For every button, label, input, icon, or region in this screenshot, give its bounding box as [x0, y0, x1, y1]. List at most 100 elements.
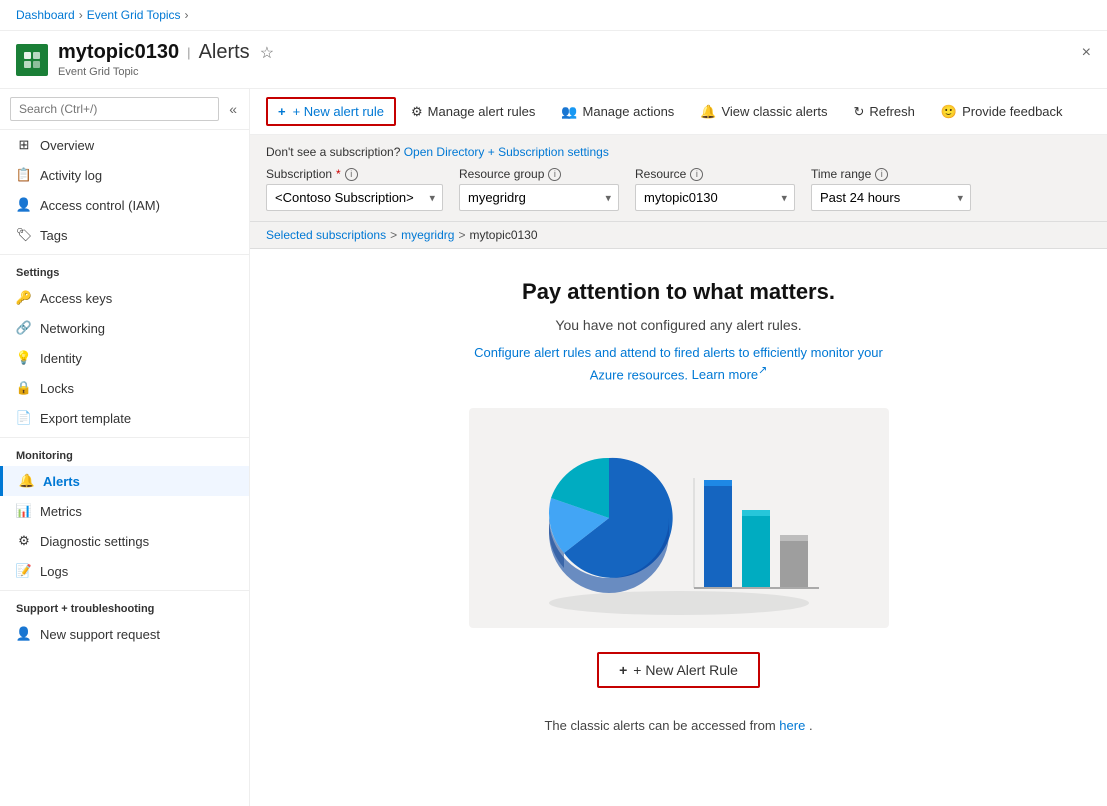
sidebar-item-export-template[interactable]: 📄 Export template — [0, 403, 249, 433]
main-title: Pay attention to what matters. — [270, 279, 1087, 305]
search-input[interactable] — [10, 97, 219, 121]
manage-alert-rules-button[interactable]: ⚙ Manage alert rules — [400, 98, 546, 126]
main-subtitle: You have not configured any alert rules. — [270, 317, 1087, 333]
bottom-text-content: The classic alerts can be accessed from — [544, 718, 775, 733]
refresh-icon: ↻ — [853, 104, 864, 120]
classic-alerts-link[interactable]: here — [779, 718, 805, 733]
sidebar-item-new-support-request[interactable]: 👤 New support request — [0, 619, 249, 649]
sidebar-item-activity-log[interactable]: 📋 Activity log — [0, 160, 249, 190]
sidebar-item-metrics[interactable]: 📊 Metrics — [0, 496, 249, 526]
open-directory-link[interactable]: Open Directory + Subscription settings — [404, 145, 609, 159]
pin-icon[interactable]: ☆ — [260, 43, 274, 63]
manage-alert-rules-icon: ⚙ — [411, 104, 423, 120]
sidebar-item-locks[interactable]: 🔒 Locks — [0, 373, 249, 403]
refresh-button[interactable]: ↻ Refresh — [842, 98, 925, 126]
sidebar-item-iam[interactable]: 👤 Access control (IAM) — [0, 190, 249, 220]
sidebar-section-support: Support + troubleshooting — [0, 590, 249, 619]
resource-icon — [16, 44, 48, 76]
path-resource: mytopic0130 — [469, 228, 537, 242]
metrics-icon: 📊 — [16, 503, 32, 519]
bottom-text: The classic alerts can be accessed from … — [270, 718, 1087, 733]
sidebar-label-overview: Overview — [40, 138, 94, 153]
new-alert-rule-cta-container: + + New Alert Rule — [270, 652, 1087, 708]
sidebar-label-access-keys: Access keys — [40, 291, 112, 306]
identity-icon: 💡 — [16, 350, 32, 366]
sidebar-item-networking[interactable]: 🔗 Networking — [0, 313, 249, 343]
view-classic-alerts-button[interactable]: 🔔 View classic alerts — [689, 98, 838, 126]
filter-row: Subscription * i <Contoso Subscription> … — [266, 167, 1091, 211]
sidebar-item-diagnostic-settings[interactable]: ⚙ Diagnostic settings — [0, 526, 249, 556]
time-range-info-icon[interactable]: i — [875, 168, 888, 181]
path-sep-1: > — [390, 228, 397, 242]
breadcrumb-sep-2: › — [185, 8, 189, 22]
logs-icon: 📝 — [16, 563, 32, 579]
provide-feedback-label: Provide feedback — [962, 104, 1062, 119]
new-alert-rule-cta-label: + New Alert Rule — [633, 662, 738, 678]
page-header: mytopic0130 | Alerts ☆ Event Grid Topic … — [0, 31, 1107, 89]
new-alert-rule-label: + New alert rule — [293, 104, 384, 119]
sidebar: « ⊞ Overview 📋 Activity log 👤 Access con… — [0, 89, 250, 806]
main-desc-line2: Azure resources. — [590, 367, 688, 382]
new-alert-rule-button[interactable]: + + New alert rule — [266, 97, 396, 126]
content-area: + + New alert rule ⚙ Manage alert rules … — [250, 89, 1107, 806]
sidebar-item-access-keys[interactable]: 🔑 Access keys — [0, 283, 249, 313]
cta-plus-icon: + — [619, 662, 627, 678]
sidebar-collapse-button[interactable]: « — [227, 99, 239, 119]
main-content: Pay attention to what matters. You have … — [250, 249, 1107, 753]
bell-icon: 🔔 — [700, 104, 716, 120]
resource-select[interactable]: mytopic0130 — [635, 184, 795, 211]
iam-icon: 👤 — [16, 197, 32, 213]
resource-label: Resource i — [635, 167, 795, 181]
sidebar-label-logs: Logs — [40, 564, 68, 579]
subscription-select-wrapper: <Contoso Subscription> — [266, 184, 443, 211]
close-button[interactable]: × — [1082, 45, 1091, 61]
sidebar-label-identity: Identity — [40, 351, 82, 366]
time-range-select[interactable]: Past 1 hour Past 6 hours Past 24 hours P… — [811, 184, 971, 211]
resource-group-select-wrapper: myegridrg — [459, 184, 619, 211]
sidebar-section-settings: Settings — [0, 254, 249, 283]
path-selected-subscriptions[interactable]: Selected subscriptions — [266, 228, 386, 242]
sidebar-label-metrics: Metrics — [40, 504, 82, 519]
sidebar-item-alerts[interactable]: 🔔 Alerts — [0, 466, 249, 496]
new-alert-rule-cta-button[interactable]: + + New Alert Rule — [597, 652, 760, 688]
sidebar-item-logs[interactable]: 📝 Logs — [0, 556, 249, 586]
learn-more-link[interactable]: Learn more↗ — [692, 367, 768, 382]
sidebar-label-new-support-request: New support request — [40, 627, 160, 642]
resource-group-select[interactable]: myegridrg — [459, 184, 619, 211]
path-row: Selected subscriptions > myegridrg > myt… — [250, 222, 1107, 249]
path-resource-group[interactable]: myegridrg — [401, 228, 454, 242]
manage-alert-rules-label: Manage alert rules — [428, 104, 536, 119]
time-range-label: Time range i — [811, 167, 971, 181]
sidebar-label-alerts: Alerts — [43, 474, 80, 489]
subscription-select[interactable]: <Contoso Subscription> — [266, 184, 443, 211]
sidebar-search-container: « — [0, 89, 249, 130]
subscription-info-icon[interactable]: i — [345, 168, 358, 181]
breadcrumb-sep-1: › — [79, 8, 83, 22]
time-range-select-wrapper: Past 1 hour Past 6 hours Past 24 hours P… — [811, 184, 971, 211]
breadcrumb-dashboard[interactable]: Dashboard — [16, 8, 75, 22]
plus-icon: + — [278, 104, 286, 119]
network-icon: 🔗 — [16, 320, 32, 336]
resource-info-icon[interactable]: i — [690, 168, 703, 181]
resource-field: Resource i mytopic0130 — [635, 167, 795, 211]
feedback-icon: 🙂 — [941, 104, 957, 120]
provide-feedback-button[interactable]: 🙂 Provide feedback — [930, 98, 1074, 126]
external-link-icon: ↗ — [758, 365, 767, 377]
manage-actions-icon: 👥 — [561, 104, 577, 120]
sidebar-item-tags[interactable]: 🏷 Tags — [0, 220, 249, 250]
manage-actions-button[interactable]: 👥 Manage actions — [550, 98, 685, 126]
bottom-period: . — [809, 718, 813, 733]
breadcrumb-event-grid-topics[interactable]: Event Grid Topics — [87, 8, 181, 22]
sidebar-label-locks: Locks — [40, 381, 74, 396]
page-subtitle: Alerts — [199, 41, 250, 64]
sidebar-item-overview[interactable]: ⊞ Overview — [0, 130, 249, 160]
log-icon: 📋 — [16, 167, 32, 183]
sidebar-item-identity[interactable]: 💡 Identity — [0, 343, 249, 373]
header-separator: | — [187, 45, 190, 60]
resource-type: Event Grid Topic — [58, 66, 274, 78]
path-sep-2: > — [458, 228, 465, 242]
chart-illustration — [469, 408, 889, 628]
resource-group-info-icon[interactable]: i — [548, 168, 561, 181]
alert-illustration-svg — [509, 418, 849, 618]
sidebar-label-networking: Networking — [40, 321, 105, 336]
